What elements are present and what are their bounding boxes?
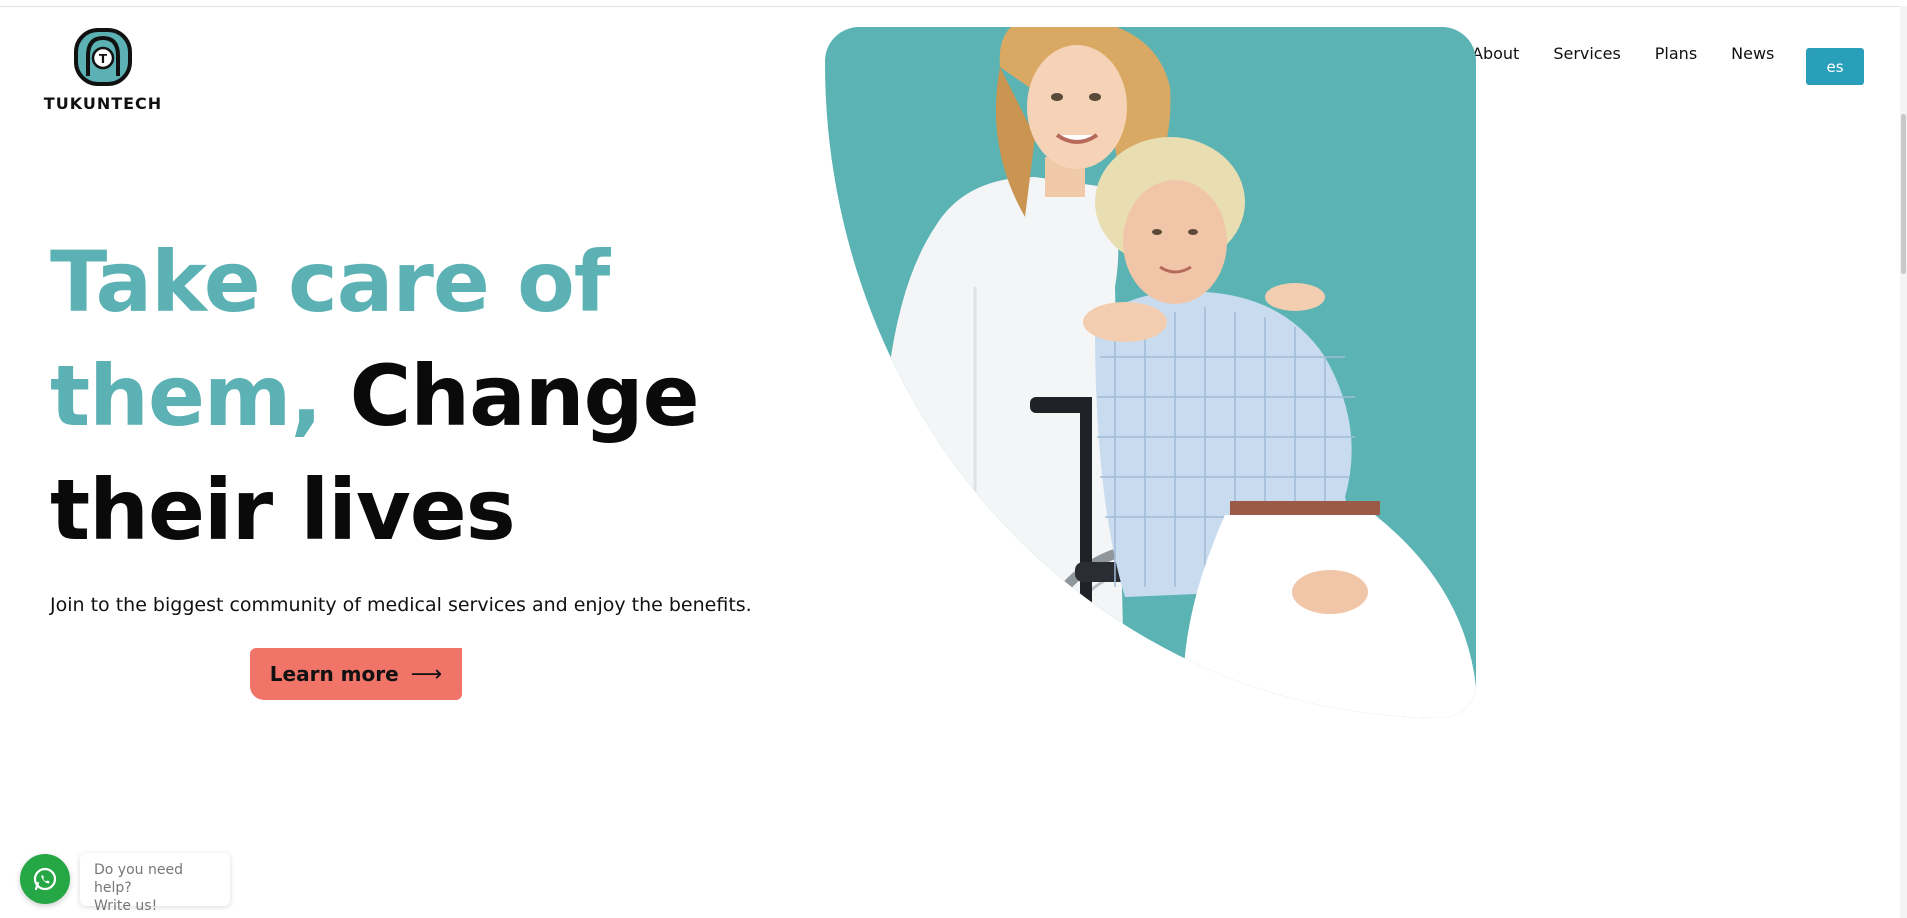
caregiver-illustration xyxy=(862,27,1476,718)
whatsapp-icon xyxy=(33,867,57,891)
hero-title: Take care of them, Change their lives xyxy=(50,225,750,567)
learn-more-label: Learn more xyxy=(269,662,399,686)
hero-title-their-lives: their lives xyxy=(50,461,516,559)
page: T TUKUNTECH About Services Plans News es xyxy=(0,0,1907,918)
logo[interactable]: T TUKUNTECH xyxy=(40,26,166,113)
main-nav: About Services Plans News xyxy=(1472,44,1808,63)
help-bubble[interactable]: Do you need help? Write us! xyxy=(80,853,230,914)
nav-link-about[interactable]: About xyxy=(1472,44,1519,63)
hero-subtitle: Join to the biggest community of medical… xyxy=(50,594,752,616)
hero-image xyxy=(825,27,1476,718)
arrow-right-icon: ⟶ xyxy=(410,661,443,687)
logo-letter: T xyxy=(99,52,108,66)
page-scrollbar[interactable] xyxy=(1900,6,1907,918)
logo-mark-icon: T xyxy=(74,28,132,86)
help-line-2: Write us! xyxy=(94,898,158,914)
nav-link-news[interactable]: News xyxy=(1731,44,1774,63)
brand-name: TUKUNTECH xyxy=(43,94,163,113)
language-button[interactable]: es xyxy=(1806,48,1864,85)
top-divider xyxy=(0,6,1907,7)
nav-link-plans[interactable]: Plans xyxy=(1655,44,1697,63)
whatsapp-button[interactable] xyxy=(20,854,70,904)
help-line-1: Do you need help? xyxy=(94,862,183,896)
nav-link-services[interactable]: Services xyxy=(1553,44,1620,63)
learn-more-button[interactable]: Learn more ⟶ xyxy=(250,648,462,700)
scrollbar-thumb[interactable] xyxy=(1901,114,1906,274)
hero-title-change: Change xyxy=(349,347,700,445)
